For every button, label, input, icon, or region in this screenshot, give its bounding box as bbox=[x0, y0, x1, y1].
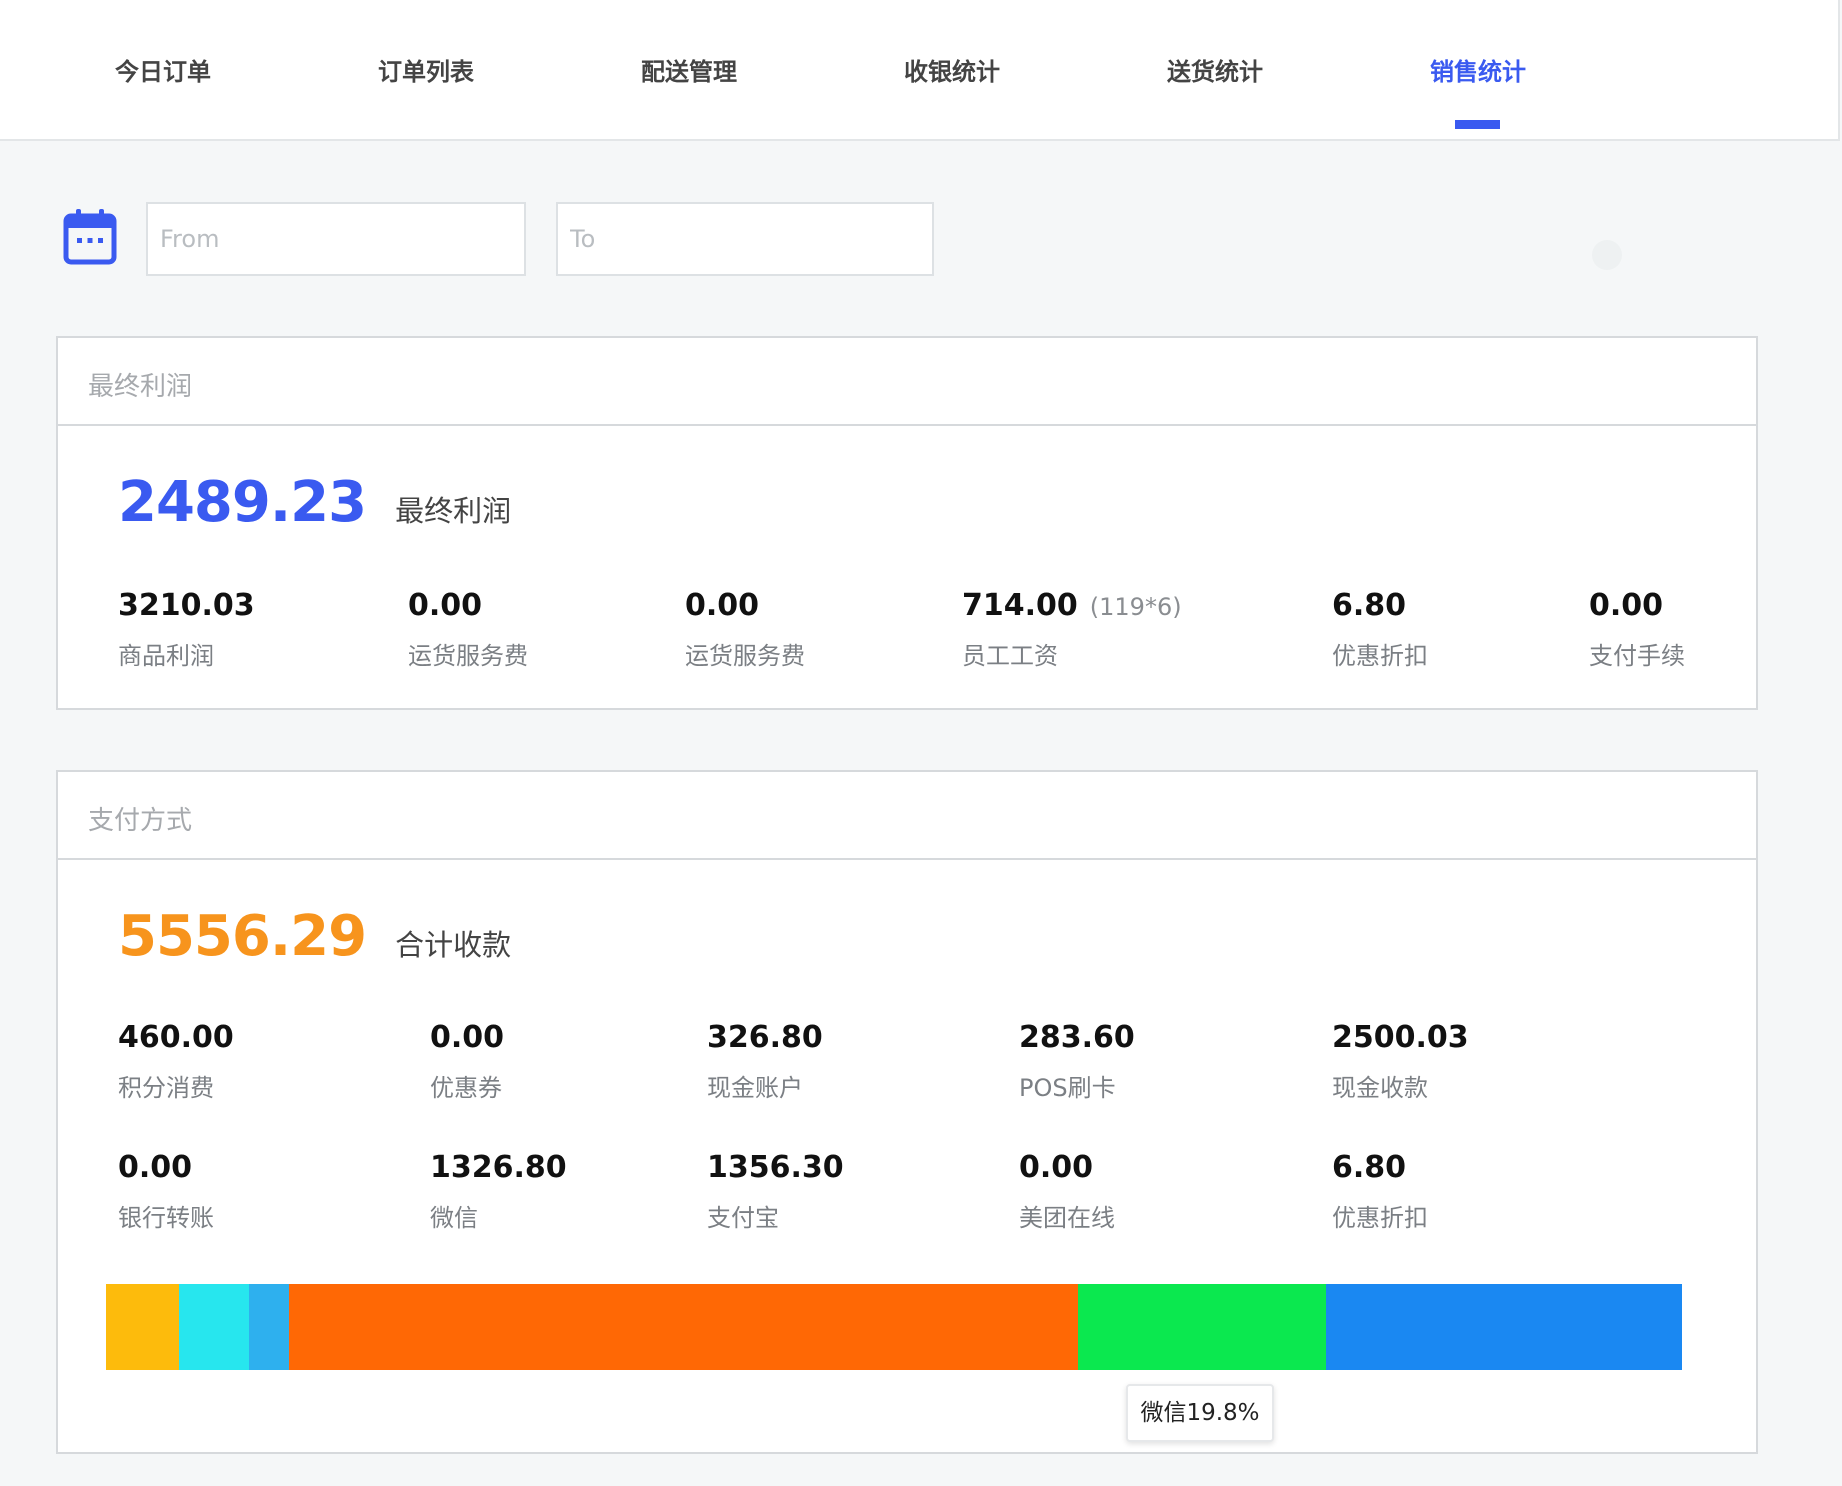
profit-stat-goods: 3210.03 商品利润 bbox=[118, 588, 255, 671]
stat-label: POS刷卡 bbox=[1019, 1074, 1116, 1102]
stat-label: 美团在线 bbox=[1019, 1204, 1115, 1232]
stat-value: 1356.30 bbox=[707, 1150, 844, 1185]
payment-total: 5556.29 合计收款 bbox=[118, 904, 511, 984]
stat-label: 商品利润 bbox=[118, 642, 214, 670]
payment-stat-discount: 6.80 优惠折扣 bbox=[1332, 1150, 1428, 1233]
stat-label: 积分消费 bbox=[118, 1074, 214, 1102]
stat-value: 6.80 bbox=[1332, 1150, 1407, 1185]
payment-stat-cash-account: 326.80 现金账户 bbox=[707, 1020, 823, 1103]
stat-value: 0.00 bbox=[1589, 588, 1664, 623]
tab-today-orders[interactable]: 今日订单 bbox=[83, 52, 243, 92]
payment-card: 支付方式 5556.29 合计收款 460.00 积分消费 0.00 优惠券 3… bbox=[56, 770, 1758, 1454]
stat-label: 银行转账 bbox=[118, 1204, 214, 1232]
stat-value: 0.00 bbox=[430, 1020, 505, 1055]
payment-total-label: 合计收款 bbox=[395, 928, 512, 962]
bar-tooltip: 微信19.8% bbox=[1126, 1384, 1274, 1442]
payment-total-value: 5556.29 bbox=[118, 904, 367, 969]
tab-shipping-stats[interactable]: 送货统计 bbox=[1135, 52, 1295, 92]
stat-value: 460.00 bbox=[118, 1020, 234, 1055]
stat-label: 员工工资 bbox=[962, 642, 1058, 670]
stat-label: 支付宝 bbox=[707, 1204, 779, 1232]
profit-card-header: 最终利润 bbox=[58, 338, 1756, 426]
tab-cashier-stats[interactable]: 收银统计 bbox=[872, 52, 1032, 92]
date-to-input[interactable] bbox=[556, 202, 934, 276]
active-tab-indicator bbox=[1455, 120, 1500, 129]
stat-value: 0.00 bbox=[408, 588, 483, 623]
profit-total-value: 2489.23 bbox=[118, 470, 367, 535]
stat-value: 0.00 bbox=[118, 1150, 193, 1185]
date-from-input[interactable] bbox=[146, 202, 526, 276]
stat-value: 0.00 bbox=[685, 588, 760, 623]
stat-label: 运货服务费 bbox=[685, 642, 805, 670]
stat-value: 283.60 bbox=[1019, 1020, 1135, 1055]
payment-stat-bank-transfer: 0.00 银行转账 bbox=[118, 1150, 214, 1233]
payment-stat-points: 460.00 积分消费 bbox=[118, 1020, 234, 1103]
bar-segment[interactable] bbox=[289, 1284, 1078, 1370]
stat-label: 优惠折扣 bbox=[1332, 1204, 1428, 1232]
stat-value-number: 714.00 bbox=[962, 588, 1078, 623]
bar-segment[interactable] bbox=[106, 1284, 179, 1370]
profit-stat-payment-fee: 0.00 支付手续 bbox=[1589, 588, 1685, 671]
profit-stat-shipping-fee-1: 0.00 运货服务费 bbox=[408, 588, 528, 671]
stat-value: 326.80 bbox=[707, 1020, 823, 1055]
tab-sales-stats[interactable]: 销售统计 bbox=[1398, 52, 1558, 92]
stat-value-note: (119*6) bbox=[1089, 593, 1182, 621]
payment-share-bar bbox=[106, 1284, 1682, 1370]
stat-value: 3210.03 bbox=[118, 588, 255, 623]
calendar-icon[interactable] bbox=[63, 207, 117, 265]
payment-stat-pos: 283.60 POS刷卡 bbox=[1019, 1020, 1135, 1103]
payment-stat-wechat: 1326.80 微信 bbox=[430, 1150, 567, 1233]
stat-label: 优惠折扣 bbox=[1332, 642, 1428, 670]
bar-segment[interactable] bbox=[179, 1284, 249, 1370]
bar-segment[interactable] bbox=[249, 1284, 289, 1370]
bar-segment[interactable] bbox=[1078, 1284, 1326, 1370]
profit-card: 最终利润 2489.23 最终利润 3210.03 商品利润 0.00 运货服务… bbox=[56, 336, 1758, 710]
stat-label: 支付手续 bbox=[1589, 642, 1685, 670]
tab-order-list[interactable]: 订单列表 bbox=[346, 52, 506, 92]
stat-value: 1326.80 bbox=[430, 1150, 567, 1185]
profit-total: 2489.23 最终利润 bbox=[118, 470, 511, 550]
payment-card-header: 支付方式 bbox=[58, 772, 1756, 860]
stat-label: 现金收款 bbox=[1332, 1074, 1428, 1102]
payment-stat-coupon: 0.00 优惠券 bbox=[430, 1020, 504, 1103]
stat-label: 运货服务费 bbox=[408, 642, 528, 670]
profit-stat-staff-wages: 714.00 (119*6) 员工工资 bbox=[962, 588, 1182, 671]
stat-value: 714.00 (119*6) bbox=[962, 588, 1182, 628]
stat-label: 优惠券 bbox=[430, 1074, 502, 1102]
faint-circle-icon bbox=[1592, 240, 1622, 270]
tab-delivery-management[interactable]: 配送管理 bbox=[609, 52, 769, 92]
payment-stat-meituan: 0.00 美团在线 bbox=[1019, 1150, 1115, 1233]
stat-label: 微信 bbox=[430, 1204, 478, 1232]
top-tab-bar: 今日订单 订单列表 配送管理 收银统计 送货统计 销售统计 bbox=[0, 0, 1840, 141]
payment-stat-alipay: 1356.30 支付宝 bbox=[707, 1150, 844, 1233]
stat-value: 0.00 bbox=[1019, 1150, 1094, 1185]
payment-stat-cash: 2500.03 现金收款 bbox=[1332, 1020, 1469, 1103]
profit-stat-shipping-fee-2: 0.00 运货服务费 bbox=[685, 588, 805, 671]
stat-label: 现金账户 bbox=[707, 1074, 803, 1102]
stat-value: 2500.03 bbox=[1332, 1020, 1469, 1055]
profit-stat-discount: 6.80 优惠折扣 bbox=[1332, 588, 1428, 671]
bar-segment[interactable] bbox=[1326, 1284, 1682, 1370]
profit-total-label: 最终利润 bbox=[395, 494, 512, 528]
stat-value: 6.80 bbox=[1332, 588, 1407, 623]
